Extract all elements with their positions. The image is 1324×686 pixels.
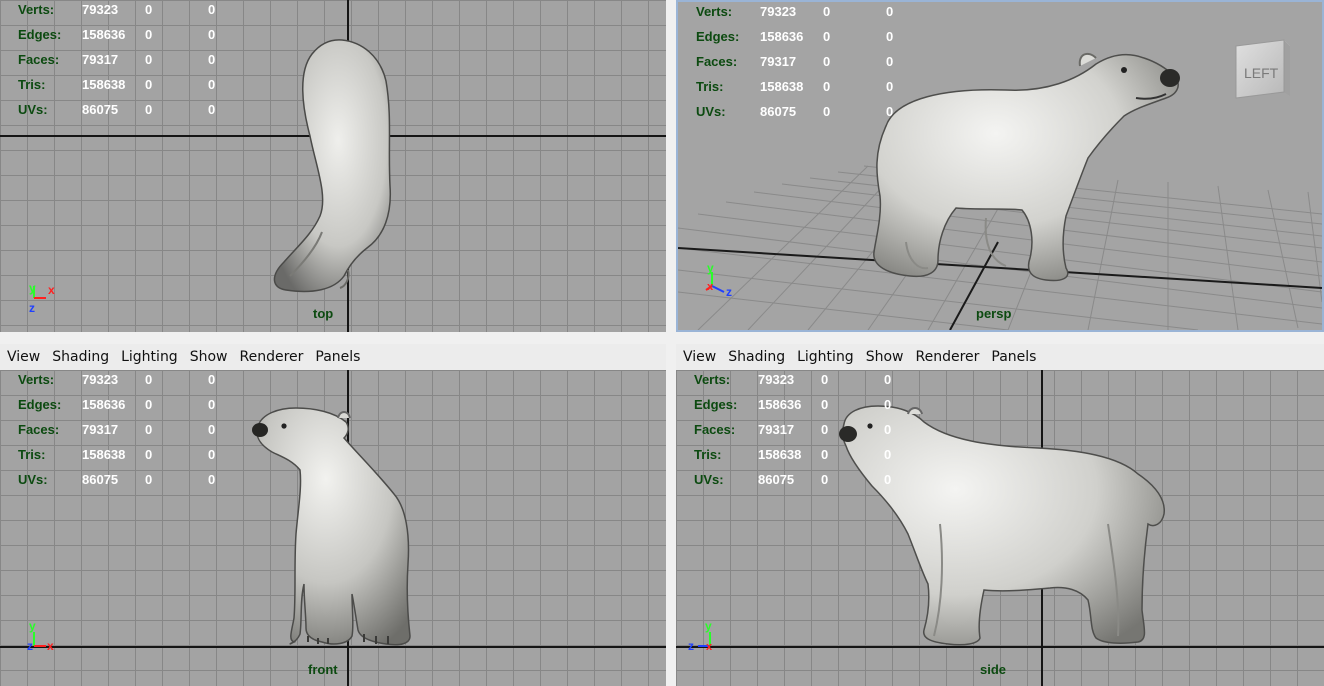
axis-y-label: y bbox=[707, 262, 714, 275]
menu-shading[interactable]: Shading bbox=[728, 349, 785, 365]
viewport-front[interactable]: Verts: 79323 0 0 Edges: 158636 0 0 Faces: 79317… bbox=[0, 370, 666, 686]
menu-show[interactable]: Show bbox=[866, 349, 904, 365]
viewport-persp[interactable]: LEFT Verts: 79323 0 0 Edges: 158636 0 0 Faces:… bbox=[676, 0, 1324, 332]
hud-row-edges: Edges: 158636 0 0 bbox=[696, 29, 894, 44]
viewcube-icon[interactable]: LEFT bbox=[1226, 32, 1296, 112]
hud-row-faces: Faces: 79317 0 0 bbox=[18, 422, 216, 437]
menu-lighting[interactable]: Lighting bbox=[121, 349, 178, 365]
menu-lighting[interactable]: Lighting bbox=[797, 349, 854, 365]
polar-bear-model-top[interactable] bbox=[262, 36, 402, 298]
camera-label-top: top bbox=[313, 306, 334, 321]
hud-row-tris: Tris: 158638 0 0 bbox=[696, 79, 894, 94]
axis-x-label: x bbox=[48, 283, 55, 297]
poly-count-hud: Verts: 79323 0 0 Edges: 158636 0 0 Faces: 79317… bbox=[696, 4, 916, 129]
panel-menubar-front: View Shading Lighting Show Renderer Pane… bbox=[0, 344, 666, 371]
pane-divider-vertical[interactable] bbox=[666, 0, 676, 686]
camera-label-front: front bbox=[308, 662, 338, 677]
hud-row-tris: Tris: 158638 0 0 bbox=[694, 447, 892, 462]
viewport-side[interactable]: Verts: 79323 0 0 Edges: 158636 0 0 Faces: 79317… bbox=[676, 370, 1324, 686]
axis-z-label: z bbox=[27, 639, 33, 653]
camera-label-persp: persp bbox=[976, 306, 1012, 321]
axis-z-label: z bbox=[688, 639, 694, 653]
menu-show[interactable]: Show bbox=[190, 349, 228, 365]
hud-row-verts: Verts: 79323 0 0 bbox=[696, 4, 894, 19]
hud-row-edges: Edges: 158636 0 0 bbox=[694, 397, 892, 412]
viewcube-face-label: LEFT bbox=[1244, 65, 1279, 81]
hud-row-uvs: UVs: 86075 0 0 bbox=[18, 472, 216, 487]
hud-row-uvs: UVs: 86075 0 0 bbox=[696, 104, 894, 119]
hud-row-uvs: UVs: 86075 0 0 bbox=[18, 102, 216, 117]
hud-row-uvs: UVs: 86075 0 0 bbox=[694, 472, 892, 487]
axis-y-label: y bbox=[705, 619, 712, 633]
menu-panels[interactable]: Panels bbox=[315, 349, 360, 365]
hud-row-faces: Faces: 79317 0 0 bbox=[694, 422, 892, 437]
menu-shading[interactable]: Shading bbox=[52, 349, 109, 365]
menu-panels[interactable]: Panels bbox=[991, 349, 1036, 365]
axis-y-label: y bbox=[29, 281, 36, 295]
hud-row-edges: Edges: 158636 0 0 bbox=[18, 397, 216, 412]
hud-row-faces: Faces: 79317 0 0 bbox=[696, 54, 894, 69]
poly-count-hud: Verts: 79323 0 0 Edges: 158636 0 0 Faces: 79317… bbox=[18, 2, 238, 127]
axis-x-label: x bbox=[706, 641, 713, 653]
hud-row-faces: Faces: 79317 0 0 bbox=[18, 52, 216, 67]
hud-row-edges: Edges: 158636 0 0 bbox=[18, 27, 216, 42]
hud-row-verts: Verts: 79323 0 0 bbox=[18, 372, 216, 387]
axis-x-label: x bbox=[707, 281, 714, 293]
menu-view[interactable]: View bbox=[7, 349, 40, 365]
axis-z-label: z bbox=[29, 301, 35, 315]
menu-renderer[interactable]: Renderer bbox=[915, 349, 979, 365]
pane-divider-horizontal[interactable] bbox=[0, 332, 1324, 344]
poly-count-hud: Verts: 79323 0 0 Edges: 158636 0 0 Faces: 79317… bbox=[694, 372, 914, 497]
hud-row-tris: Tris: 158638 0 0 bbox=[18, 447, 216, 462]
menu-view[interactable]: View bbox=[683, 349, 716, 365]
poly-count-hud: Verts: 79323 0 0 Edges: 158636 0 0 Faces: 79317… bbox=[18, 372, 238, 497]
axis-y-label: y bbox=[29, 619, 36, 633]
axis-z-label: z bbox=[726, 285, 732, 299]
axis-gizmo-icon: y z x bbox=[27, 619, 54, 653]
viewport-top[interactable]: Verts: 79323 0 0 Edges: 158636 0 0 Faces: 79317… bbox=[0, 0, 666, 332]
panel-menubar-side: View Shading Lighting Show Renderer Pane… bbox=[676, 344, 1324, 371]
hud-row-verts: Verts: 79323 0 0 bbox=[18, 2, 216, 17]
axis-gizmo-icon: y x z bbox=[29, 281, 55, 315]
hud-row-verts: Verts: 79323 0 0 bbox=[694, 372, 892, 387]
polar-bear-model-front[interactable] bbox=[248, 404, 418, 652]
axis-x-label: x bbox=[47, 639, 54, 653]
axis-gizmo-icon: y z x bbox=[688, 619, 713, 653]
hud-row-tris: Tris: 158638 0 0 bbox=[18, 77, 216, 92]
menu-renderer[interactable]: Renderer bbox=[239, 349, 303, 365]
camera-label-side: side bbox=[980, 662, 1007, 677]
axis-gizmo-icon: y x z bbox=[705, 262, 732, 299]
